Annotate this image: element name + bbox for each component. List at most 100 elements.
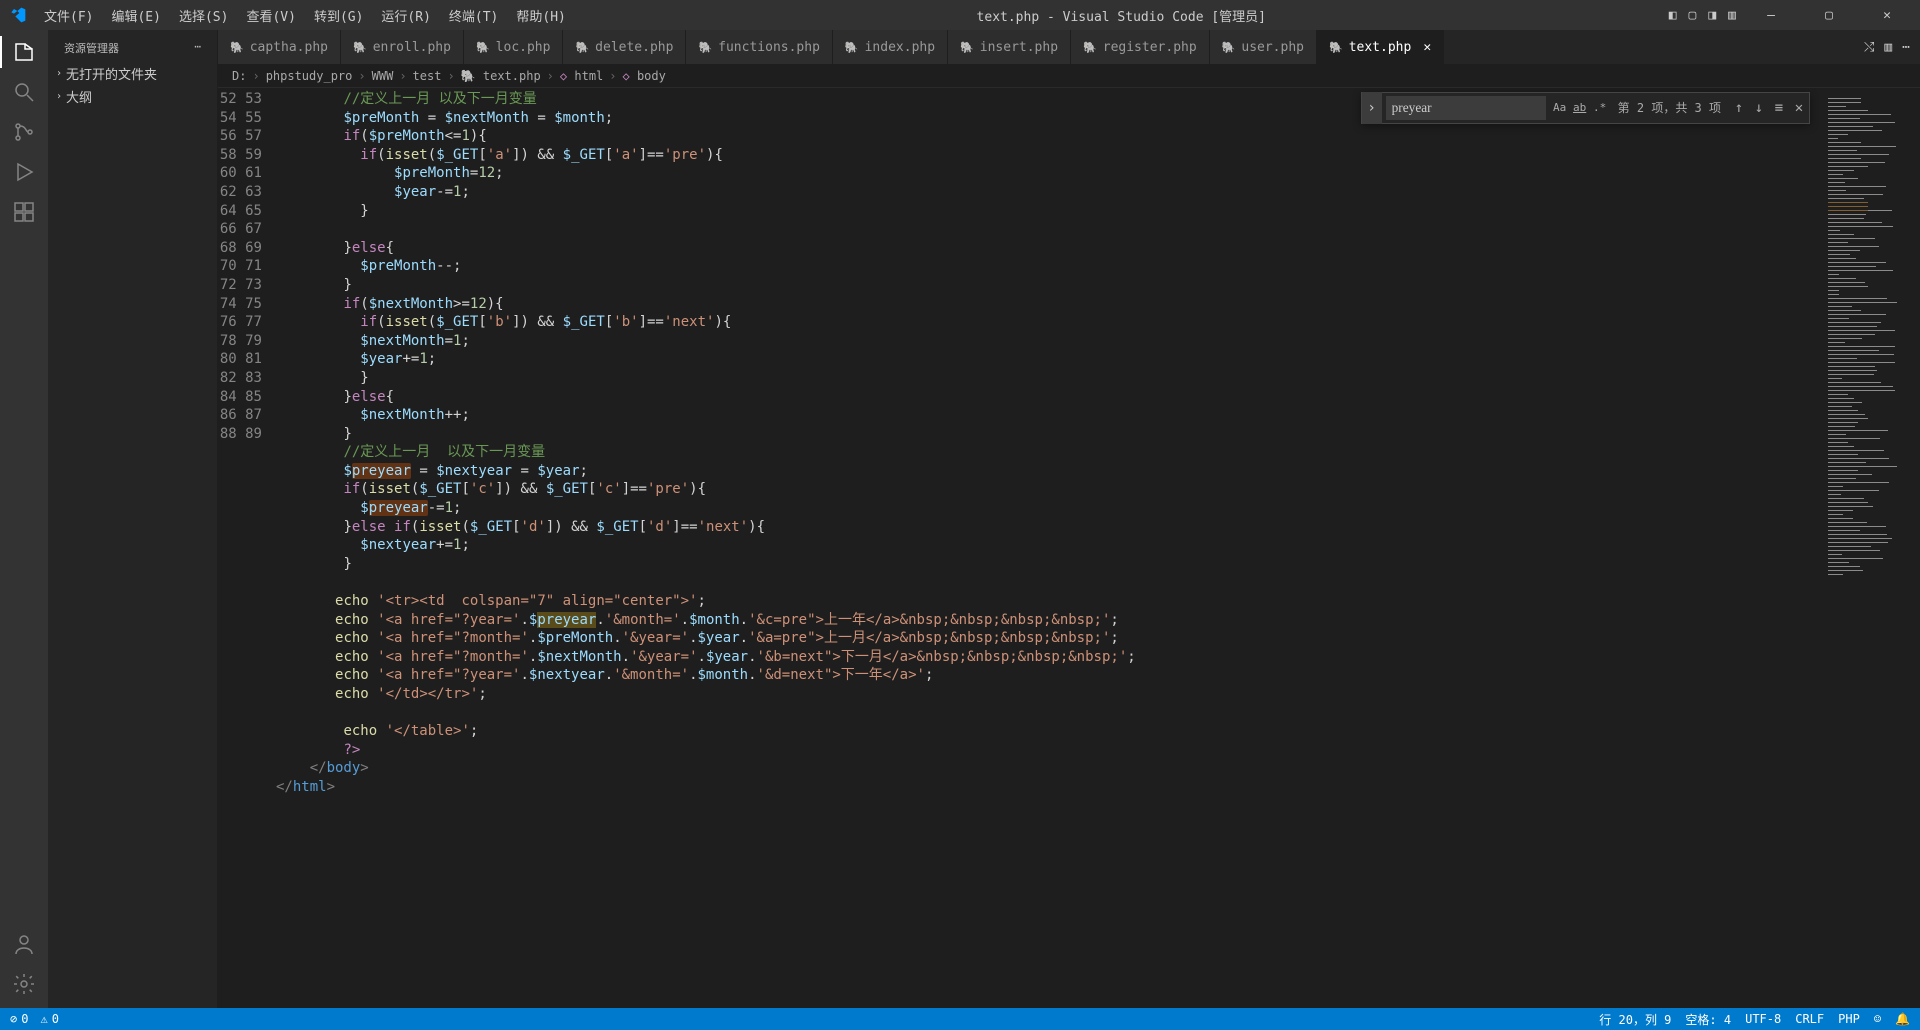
find-close-icon[interactable]: ✕ — [1789, 98, 1809, 118]
find-widget: › Aa ab .* 第 2 项，共 3 项 ↑ ↓ ≡ ✕ — [1361, 92, 1810, 124]
compare-icon[interactable]: ⤭ — [1864, 40, 1874, 55]
find-prev-icon[interactable]: ↑ — [1729, 98, 1749, 118]
php-file-icon: 🐘 — [960, 41, 974, 54]
sidebar-row-label: 大纲 — [66, 87, 92, 106]
crumb[interactable]: WWW — [372, 69, 394, 83]
php-file-icon: 🐘 — [1083, 41, 1097, 54]
menubar: 文件(F) 编辑(E) 选择(S) 查看(V) 转到(G) 运行(R) 终端(T… — [36, 4, 574, 27]
maximize-button[interactable]: ▢ — [1806, 0, 1852, 30]
find-next-icon[interactable]: ↓ — [1749, 98, 1769, 118]
warning-count[interactable]: ⚠ 0 — [40, 1012, 58, 1026]
crumb[interactable]: ◇ body — [623, 69, 666, 83]
tab-delete-php[interactable]: 🐘 delete.php — [563, 30, 686, 64]
language-mode[interactable]: PHP — [1838, 1011, 1860, 1028]
menu-selection[interactable]: 选择(S) — [171, 4, 236, 27]
tab-close-icon[interactable]: ✕ — [1423, 40, 1431, 55]
sidebar-row-no-folder[interactable]: › 无打开的文件夹 — [48, 62, 217, 85]
extensions-icon[interactable] — [12, 200, 36, 224]
php-file-icon: 🐘 — [353, 41, 367, 54]
menu-go[interactable]: 转到(G) — [306, 4, 371, 27]
gutter: 52 53 54 55 56 57 58 59 60 61 62 63 64 6… — [218, 88, 276, 1008]
crumb[interactable]: test — [413, 69, 442, 83]
more-icon[interactable]: ⋯ — [1902, 40, 1910, 55]
tab-loc-php[interactable]: 🐘loc.php — [464, 30, 564, 64]
tab-index-php[interactable]: 🐘index.php — [833, 30, 948, 64]
tab-label: enroll.php — [373, 40, 451, 55]
panel-right-icon[interactable]: ◨ — [1708, 8, 1716, 23]
find-selection-icon[interactable]: ≡ — [1769, 98, 1789, 118]
chevron-right-icon: › — [56, 68, 62, 79]
crumb[interactable]: 🐘 text.php — [461, 69, 541, 83]
php-file-icon: 🐘 — [575, 41, 589, 54]
tab-enroll-php[interactable]: 🐘 enroll.php — [341, 30, 464, 64]
menu-edit[interactable]: 编辑(E) — [103, 4, 168, 27]
menu-run[interactable]: 运行(R) — [373, 4, 438, 27]
run-debug-icon[interactable] — [12, 160, 36, 184]
crumb[interactable]: D: — [232, 69, 246, 83]
indentation[interactable]: 空格: 4 — [1685, 1011, 1731, 1028]
menu-view[interactable]: 查看(V) — [238, 4, 303, 27]
eol[interactable]: CRLF — [1795, 1011, 1824, 1028]
tab-captha-php[interactable]: 🐘captha.php — [218, 30, 341, 64]
settings-gear-icon[interactable] — [12, 972, 36, 996]
tab-register-php[interactable]: 🐘register.php — [1071, 30, 1210, 64]
code[interactable]: //定义上一月 以及下一月变量 $preMonth = $nextMonth =… — [276, 88, 1920, 1008]
sidebar-title: 资源管理器 — [64, 40, 119, 56]
notifications-icon[interactable]: 🔔 — [1895, 1011, 1910, 1028]
editor-area: 🐘captha.php🐘enroll.php🐘loc.php🐘delete.ph… — [218, 30, 1920, 1008]
tab-functions-php[interactable]: 🐘 functions.php — [686, 30, 832, 64]
error-count-value: 0 — [21, 1012, 28, 1026]
php-file-icon: 🐘 — [698, 41, 712, 54]
crumb[interactable]: phpstudy_pro — [266, 69, 353, 83]
find-results: 第 2 项，共 3 项 — [1610, 99, 1729, 118]
feedback-icon[interactable]: ☺ — [1874, 1011, 1881, 1028]
menu-terminal[interactable]: 终端(T) — [441, 4, 506, 27]
tab-label: functions.php — [718, 40, 820, 55]
panel-bottom-icon[interactable]: ▢ — [1689, 8, 1697, 23]
sidebar: 资源管理器 ⋯ › 无打开的文件夹 ›大纲 — [48, 30, 218, 1008]
panel-left-icon[interactable]: ◧ — [1669, 8, 1677, 23]
php-file-icon: 🐘 — [1222, 41, 1236, 54]
tab-label: text.php — [1349, 40, 1412, 55]
tab-label: index.php — [865, 40, 935, 55]
sidebar-more-icon[interactable]: ⋯ — [194, 40, 201, 56]
regex-icon[interactable]: .* — [1590, 98, 1610, 118]
find-replace-toggle[interactable]: › — [1362, 92, 1382, 124]
match-word-icon[interactable]: ab — [1570, 98, 1590, 118]
find-input[interactable] — [1386, 96, 1546, 120]
minimap[interactable] — [1824, 88, 1920, 1008]
activity-bar — [0, 30, 48, 1008]
cursor-position[interactable]: 行 20，列 9 — [1599, 1011, 1671, 1028]
breadcrumb[interactable]: D:›phpstudy_pro›WWW›test›🐘 text.php›◇ ht… — [218, 65, 1920, 88]
search-icon[interactable] — [12, 80, 36, 104]
sidebar-row-label: 无打开的文件夹 — [66, 64, 157, 83]
tab-label: user.php — [1241, 40, 1304, 55]
source-control-icon[interactable] — [12, 120, 36, 144]
vscode-logo-icon — [10, 7, 26, 23]
window-title: text.php - Visual Studio Code [管理员] — [574, 6, 1669, 25]
split-editor-icon[interactable]: ▥ — [1884, 40, 1892, 55]
tab-label: delete.php — [595, 40, 673, 55]
menu-file[interactable]: 文件(F) — [36, 4, 101, 27]
tab-insert-php[interactable]: 🐘insert.php — [948, 30, 1071, 64]
editor[interactable]: 52 53 54 55 56 57 58 59 60 61 62 63 64 6… — [218, 88, 1920, 1008]
php-file-icon: 🐘 — [1329, 41, 1343, 54]
explorer-icon[interactable] — [12, 40, 36, 64]
statusbar: ⊘ 0 ⚠ 0 行 20，列 9 空格: 4 UTF-8 CRLF PHP ☺ … — [0, 1008, 1920, 1030]
tab-text-php[interactable]: 🐘 text.php ✕ — [1317, 30, 1444, 64]
close-button[interactable]: ✕ — [1864, 0, 1910, 30]
php-file-icon: 🐘 — [476, 41, 490, 54]
menu-help[interactable]: 帮助(H) — [508, 4, 573, 27]
minimize-button[interactable]: — — [1748, 0, 1794, 30]
tab-row: 🐘captha.php🐘enroll.php🐘loc.php🐘delete.ph… — [218, 30, 1920, 65]
layout-icon[interactable]: ▥ — [1728, 8, 1736, 23]
titlebar: 文件(F) 编辑(E) 选择(S) 查看(V) 转到(G) 运行(R) 终端(T… — [0, 0, 1920, 30]
tab-user-php[interactable]: 🐘 user.php — [1210, 30, 1317, 64]
error-count[interactable]: ⊘ 0 — [10, 1012, 28, 1026]
encoding[interactable]: UTF-8 — [1745, 1011, 1781, 1028]
sidebar-row-outline[interactable]: ›大纲 — [48, 85, 217, 108]
crumb[interactable]: ◇ html — [560, 69, 603, 83]
match-case-icon[interactable]: Aa — [1550, 98, 1570, 118]
warning-count-value: 0 — [52, 1012, 59, 1026]
account-icon[interactable] — [12, 932, 36, 956]
